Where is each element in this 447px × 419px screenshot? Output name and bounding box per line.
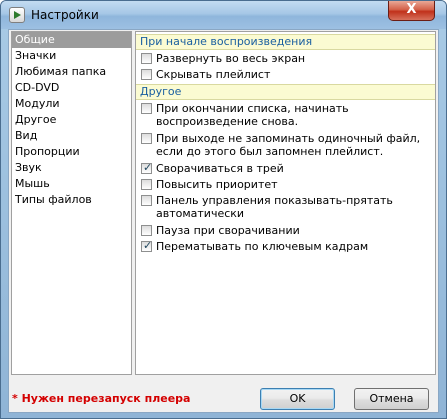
option-label: Повысить приоритет <box>156 178 278 191</box>
option-label: Сворачиваться в трей <box>156 162 284 175</box>
option-label: Пауза при сворачивании <box>156 224 300 237</box>
checkbox-pause-on-minimize[interactable] <box>141 225 152 236</box>
option-keyframe-seek[interactable]: Перематывать по ключевым кадрам <box>136 238 435 254</box>
option-label: При выходе не запоминать одиночный файл,… <box>156 132 421 158</box>
dialog-body: Общие Значки Любимая папка CD-DVD Модули… <box>8 29 439 413</box>
checkbox-minimize-to-tray[interactable] <box>141 161 152 174</box>
sidebar-item-favorite-folder[interactable]: Любимая папка <box>12 64 131 80</box>
option-pause-on-minimize[interactable]: Пауза при сворачивании <box>136 222 435 238</box>
sidebar-item-modules[interactable]: Модули <box>12 96 131 112</box>
sidebar-item-mouse[interactable]: Мышь <box>12 176 131 192</box>
checkbox-hide-playlist[interactable] <box>141 69 152 80</box>
cancel-button[interactable]: Отмена <box>354 388 429 410</box>
title-bar[interactable]: Настройки X <box>1 1 446 29</box>
restart-note: * Нужен перезапуск плеера <box>12 392 191 405</box>
app-icon <box>9 7 25 23</box>
checkbox-keyframe-seek[interactable] <box>141 239 152 252</box>
ok-button[interactable]: OK <box>260 388 335 410</box>
option-dont-remember-file[interactable]: При выходе не запоминать одиночный файл,… <box>136 130 435 160</box>
group-header-playback-start: При начале воспроизведения <box>136 34 435 50</box>
window-title: Настройки <box>31 8 99 22</box>
option-minimize-to-tray[interactable]: Сворачиваться в трей <box>136 160 435 176</box>
checkbox-auto-hide-controls[interactable] <box>141 195 152 206</box>
sidebar-item-view[interactable]: Вид <box>12 128 131 144</box>
checkbox-repeat-list[interactable] <box>141 103 152 114</box>
option-repeat-list[interactable]: При окончании списка, начинать воспроизв… <box>136 100 435 130</box>
option-auto-hide-controls[interactable]: Панель управления показывать-прятать авт… <box>136 192 435 222</box>
sidebar-item-other[interactable]: Другое <box>12 112 131 128</box>
settings-window: Настройки X Общие Значки Любимая папка C… <box>0 0 447 419</box>
option-label: Скрывать плейлист <box>156 68 271 81</box>
checkbox-dont-remember-file[interactable] <box>141 133 152 144</box>
close-button[interactable]: X <box>388 1 435 21</box>
checkbox-fullscreen[interactable] <box>141 53 152 64</box>
checkbox-raise-priority[interactable] <box>141 179 152 190</box>
settings-panel: При начале воспроизведения Развернуть во… <box>135 31 436 375</box>
sidebar-item-cd-dvd[interactable]: CD-DVD <box>12 80 131 96</box>
sidebar-item-file-types[interactable]: Типы файлов <box>12 192 131 208</box>
option-label: Панель управления показывать-прятать авт… <box>156 194 393 220</box>
group-header-other: Другое <box>136 84 435 100</box>
sidebar-item-proportions[interactable]: Пропорции <box>12 144 131 160</box>
option-fullscreen[interactable]: Развернуть во весь экран <box>136 50 435 66</box>
option-hide-playlist[interactable]: Скрывать плейлист <box>136 66 435 82</box>
option-label: При окончании списка, начинать воспроизв… <box>156 102 349 128</box>
option-label: Развернуть во весь экран <box>156 52 306 65</box>
option-raise-priority[interactable]: Повысить приоритет <box>136 176 435 192</box>
sidebar-item-general[interactable]: Общие <box>12 32 131 48</box>
sidebar-item-sound[interactable]: Звук <box>12 160 131 176</box>
sidebar-item-icons[interactable]: Значки <box>12 48 131 64</box>
option-label: Перематывать по ключевым кадрам <box>156 240 369 253</box>
category-list: Общие Значки Любимая папка CD-DVD Модули… <box>11 31 132 375</box>
